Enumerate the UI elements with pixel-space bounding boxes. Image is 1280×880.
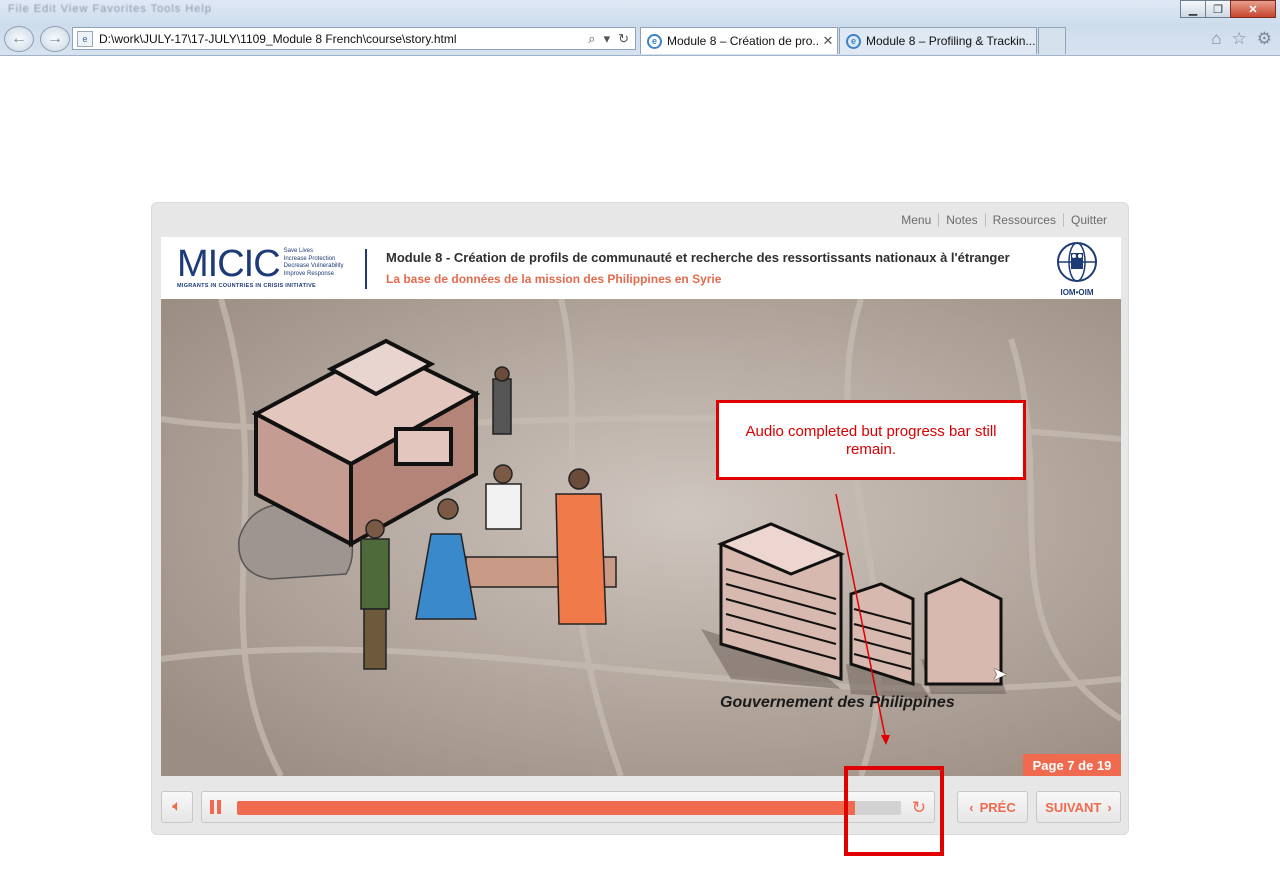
restore-icon[interactable]: ❐ bbox=[1205, 0, 1231, 18]
browser-chrome: File Edit View Favorites Tools Help ▁ ❐ … bbox=[0, 0, 1280, 56]
menu-link[interactable]: Menu bbox=[894, 213, 938, 227]
iom-logo: IOM•OIM bbox=[1049, 241, 1105, 297]
back-button[interactable]: ← bbox=[4, 26, 34, 52]
refresh-icon[interactable]: ↻ bbox=[618, 31, 629, 47]
tab-module8-profiling[interactable]: e Module 8 – Profiling & Trackin... bbox=[839, 27, 1037, 54]
tagline-line: Save Lives bbox=[283, 248, 314, 254]
tab-label: Module 8 – Profiling & Trackin... bbox=[866, 34, 1036, 48]
tagline-line: Improve Response bbox=[283, 270, 335, 277]
search-icon[interactable]: ⌕ bbox=[588, 31, 595, 47]
next-label: SUIVANT bbox=[1045, 799, 1102, 815]
address-url[interactable]: D:\work\JULY-17\17-JULY\1109_Module 8 Fr… bbox=[99, 32, 588, 46]
resources-link[interactable]: Ressources bbox=[984, 213, 1063, 227]
ie-icon: e bbox=[647, 33, 662, 49]
favorites-star-icon[interactable]: ☆ bbox=[1232, 29, 1247, 49]
course-subtitle: La base de données de la mission des Phi… bbox=[386, 272, 722, 286]
government-label: Gouvernement des Philippines bbox=[720, 694, 955, 711]
slide-stage: Gouvernement des Philippines Audio compl… bbox=[161, 299, 1121, 776]
forward-button[interactable]: → bbox=[40, 26, 70, 52]
chevron-right-icon: › bbox=[1107, 799, 1112, 815]
window-controls: ▁ ❐ ✕ bbox=[1180, 0, 1276, 18]
top-links: Menu Notes Ressources Quitter bbox=[894, 213, 1114, 227]
close-window-icon[interactable]: ✕ bbox=[1230, 0, 1276, 18]
pause-button[interactable] bbox=[210, 800, 224, 814]
chevron-left-icon: ‹ bbox=[969, 799, 974, 815]
course-title: Module 8 - Création de profils de commun… bbox=[386, 250, 1010, 265]
tab-close-icon[interactable]: ✕ bbox=[819, 33, 837, 49]
scene-illustration bbox=[161, 299, 1121, 776]
iom-globe-icon bbox=[1057, 242, 1097, 282]
seekbar-panel: ↻ bbox=[201, 791, 935, 823]
minimize-icon[interactable]: ▁ bbox=[1180, 0, 1206, 18]
course-player: Menu Notes Ressources Quitter MICIC Save… bbox=[151, 202, 1129, 835]
notes-link[interactable]: Notes bbox=[938, 213, 984, 227]
annotation-highlight-box bbox=[844, 766, 944, 856]
new-tab-button[interactable] bbox=[1038, 27, 1066, 54]
prev-button[interactable]: ‹ PRÉC bbox=[957, 791, 1028, 823]
ie-icon: e bbox=[846, 33, 861, 49]
volume-button[interactable]: 🔈︎ bbox=[161, 791, 193, 823]
next-button[interactable]: SUIVANT › bbox=[1036, 791, 1121, 823]
micic-logo: MICIC Save Lives Increase Protection Dec… bbox=[177, 243, 344, 285]
progress-track[interactable] bbox=[237, 801, 901, 815]
tab-module8-creation[interactable]: e Module 8 – Création de pro... ✕ bbox=[640, 27, 838, 54]
page-icon: e bbox=[77, 30, 93, 47]
micic-tagline: Save Lives Increase Protection Decrease … bbox=[284, 248, 344, 278]
page-indicator: Page 7 de 19 bbox=[1023, 754, 1121, 776]
annotation-callout: Audio completed but progress bar still r… bbox=[716, 400, 1026, 480]
tab-label: Module 8 – Création de pro... bbox=[667, 34, 819, 48]
dropdown-icon[interactable]: ▾ bbox=[604, 31, 611, 47]
settings-gear-icon[interactable]: ⚙ bbox=[1257, 29, 1272, 49]
prev-label: PRÉC bbox=[979, 799, 1016, 815]
course-header: MICIC Save Lives Increase Protection Dec… bbox=[161, 237, 1121, 299]
mouse-cursor-icon: ➤ bbox=[992, 664, 1008, 684]
forward-arrow-icon: → bbox=[47, 30, 63, 47]
home-icon[interactable]: ⌂ bbox=[1211, 29, 1221, 49]
address-bar[interactable]: e D:\work\JULY-17\17-JULY\1109_Module 8 … bbox=[72, 27, 636, 50]
tagline-line: Increase Protection bbox=[283, 255, 336, 262]
menu-bar[interactable]: File Edit View Favorites Tools Help bbox=[8, 3, 212, 15]
back-arrow-icon: ← bbox=[11, 30, 27, 47]
micic-subtitle: MIGRANTS IN COUNTRIES IN CRISIS INITIATI… bbox=[177, 283, 317, 289]
iom-logo-text: IOM•OIM bbox=[1060, 288, 1094, 297]
micic-logo-text: MICIC bbox=[177, 243, 281, 285]
header-divider bbox=[365, 249, 367, 289]
progress-fill bbox=[237, 801, 855, 815]
quit-link[interactable]: Quitter bbox=[1062, 213, 1114, 227]
tagline-line: Decrease Vulnerability bbox=[283, 263, 344, 269]
speaker-icon: 🔈︎ bbox=[172, 798, 182, 815]
